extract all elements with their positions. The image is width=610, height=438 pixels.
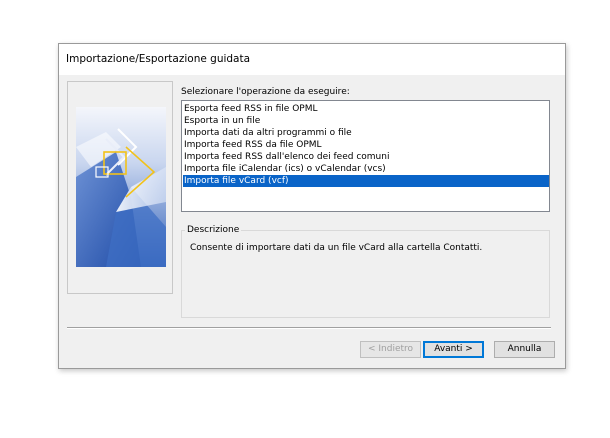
list-item-import-rss-opml[interactable]: Importa feed RSS da file OPML (183, 139, 549, 151)
list-item-import-rss-common[interactable]: Importa feed RSS dall'elenco dei feed co… (183, 151, 549, 163)
description-legend: Descrizione (185, 225, 242, 235)
list-item-import-other-programs[interactable]: Importa dati da altri programmi o file (183, 127, 549, 139)
list-item-import-vcard[interactable]: Importa file vCard (vcf) (183, 175, 549, 187)
next-button[interactable]: Avanti > (423, 341, 484, 358)
description-text: Consente di importare dati da un file vC… (190, 243, 483, 253)
cancel-button[interactable]: Annulla (494, 341, 555, 358)
action-listbox[interactable]: Esporta feed RSS in file OPML Esporta in… (181, 100, 550, 212)
list-item-export-file[interactable]: Esporta in un file (183, 115, 549, 127)
wizard-art-panel (67, 81, 173, 294)
window-title: Importazione/Esportazione guidata (66, 53, 251, 65)
wizard-arrows-icon (76, 107, 166, 267)
list-item-export-rss-opml[interactable]: Esporta feed RSS in file OPML (183, 103, 549, 115)
import-export-wizard-dialog: Importazione/Esportazione guidata Selezi… (58, 43, 566, 369)
list-item-import-icalendar[interactable]: Importa file iCalendar (ics) o vCalendar… (183, 163, 549, 175)
footer-separator (67, 327, 551, 329)
instruction-label: Selezionare l'operazione da eseguire: (181, 87, 350, 97)
title-bar: Importazione/Esportazione guidata (59, 44, 565, 75)
back-button[interactable]: < Indietro (360, 341, 421, 358)
